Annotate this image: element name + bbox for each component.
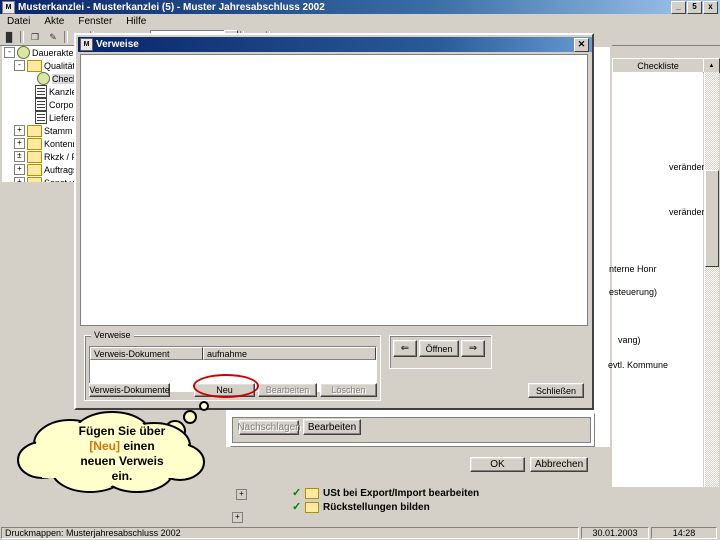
toolbar-separator bbox=[20, 31, 24, 43]
schliessen-button[interactable]: Schließen bbox=[528, 383, 584, 398]
listview-header: Verweis-Dokument aufnahme bbox=[90, 347, 376, 360]
note-kommune: evtl. Kommune bbox=[608, 360, 669, 370]
document-icon bbox=[35, 98, 47, 111]
tree-expander[interactable]: + bbox=[14, 125, 25, 136]
bubble-line-2-rest: einen bbox=[123, 439, 155, 453]
expander-1[interactable]: + bbox=[236, 489, 247, 500]
note-besteuerung: esteuerung) bbox=[609, 287, 658, 297]
folder-icon bbox=[27, 59, 42, 72]
verweise-group-label: Verweise bbox=[91, 330, 134, 340]
bearbeiten-button-dialog[interactable]: Bearbeiten bbox=[258, 383, 317, 397]
close-button[interactable]: x bbox=[703, 0, 718, 14]
globe-icon bbox=[37, 72, 50, 85]
checklist-row-ust[interactable]: ✓ USt bei Export/Import bearbeiten bbox=[292, 487, 480, 499]
checklist-row-label: Rückstellungen bilden bbox=[323, 502, 430, 513]
checklist-row-rueckstellungen[interactable]: ✓ Rückstellungen bilden bbox=[292, 501, 430, 513]
bubble-text: Fügen Sie über [Neu] einen neuen Verweis… bbox=[42, 424, 202, 484]
folder-icon bbox=[27, 176, 42, 182]
checklist-content: verändert verändert nterne Honr esteueru… bbox=[608, 72, 707, 487]
note-interne-honorar: nterne Honr bbox=[609, 264, 657, 274]
folder-icon bbox=[27, 124, 42, 137]
menu-item-akte[interactable]: Akte bbox=[37, 15, 71, 28]
folder-icon bbox=[305, 488, 319, 499]
abbrechen-button[interactable]: Abbrechen bbox=[530, 457, 588, 472]
toolbar-separator-2 bbox=[64, 31, 68, 43]
oeffnen-button[interactable]: Öffnen bbox=[419, 340, 459, 357]
bubble-line-1: Fügen Sie über bbox=[78, 424, 166, 438]
status-text: Druckmappen: Musterjahresabschluss 2002 bbox=[1, 527, 579, 539]
note-vang: vang) bbox=[618, 335, 641, 345]
tree-item-label: Dauerakte bbox=[32, 47, 74, 58]
bubble-line-2: [Neu] einen bbox=[42, 439, 202, 454]
loeschen-button[interactable]: Löschen bbox=[320, 383, 377, 397]
maximize-button[interactable]: 5 bbox=[687, 0, 702, 14]
expander-2[interactable]: + bbox=[232, 512, 243, 523]
bearbeiten-label: Bearbeiten bbox=[307, 421, 357, 433]
folder-icon bbox=[27, 163, 42, 176]
close-icon[interactable]: ✕ bbox=[574, 37, 589, 52]
folder-icon bbox=[27, 150, 42, 163]
open-folder-icon[interactable]: ✎ bbox=[45, 30, 61, 44]
nachschlagen-button[interactable]: Nachschlagen bbox=[237, 420, 301, 435]
note-veraendert-1: verändert bbox=[669, 162, 708, 172]
dialog-title: Verweise bbox=[96, 39, 139, 50]
folder-icon bbox=[305, 502, 319, 513]
menu-item-hilfe[interactable]: Hilfe bbox=[119, 15, 153, 28]
bubble-line-4: ein. bbox=[111, 469, 133, 483]
checklist-scrollbar-thumb[interactable] bbox=[705, 170, 719, 267]
minimize-button[interactable]: _ bbox=[671, 0, 686, 14]
tree-expander[interactable]: + bbox=[14, 164, 25, 175]
tree-expander[interactable]: ± bbox=[14, 151, 25, 162]
forward-button[interactable]: ⇒ bbox=[461, 340, 485, 357]
verweis-dokumente-button[interactable]: Verweis-Dokumente bbox=[89, 383, 170, 397]
menu-item-datei[interactable]: Datei bbox=[0, 15, 37, 28]
menu-bar: Datei Akte Fenster Hilfe bbox=[0, 14, 720, 30]
annotation-bubble: Fügen Sie über [Neu] einen neuen Verweis… bbox=[12, 398, 232, 502]
app-icon: M bbox=[2, 0, 15, 14]
status-date: 30.01.2003 bbox=[581, 527, 649, 539]
main-window-title: Musterkanzlei - Musterkanzlei (5) - Must… bbox=[18, 1, 325, 13]
verweise-dialog: M Verweise ✕ Verweise Verweis-Dokument a… bbox=[74, 33, 594, 410]
folder-icon bbox=[17, 46, 30, 59]
checklist-scrollbar-track[interactable] bbox=[704, 72, 719, 487]
column-header-verweis-dokument[interactable]: Verweis-Dokument bbox=[90, 347, 203, 360]
app-icon: M bbox=[80, 38, 93, 51]
tree-expander[interactable]: - bbox=[14, 60, 25, 71]
schliessen-label: Schließen bbox=[535, 385, 577, 396]
bubble-line-3: neuen Verweis bbox=[80, 454, 164, 468]
back-button[interactable]: ⇐ bbox=[393, 340, 417, 357]
status-bar: Druckmappen: Musterjahresabschluss 2002 … bbox=[0, 526, 720, 540]
toolbar-navigate-icon[interactable]: ▐▌ bbox=[1, 30, 17, 44]
note-veraendert-2: verändert bbox=[669, 207, 708, 217]
document-icon bbox=[35, 111, 47, 124]
tree-expander[interactable]: - bbox=[4, 47, 15, 58]
dialog-preview-area bbox=[80, 54, 588, 326]
neu-button[interactable]: Neu bbox=[194, 383, 255, 397]
menu-item-fenster[interactable]: Fenster bbox=[71, 15, 119, 28]
checkbox-checked-icon[interactable]: ✓ bbox=[292, 487, 302, 499]
new-document-icon[interactable]: ❐ bbox=[27, 30, 43, 44]
scroll-up-icon[interactable]: ▲ bbox=[703, 58, 720, 73]
application-window: M Musterkanzlei - Musterkanzlei (5) - Mu… bbox=[0, 0, 720, 540]
column-header-aufnahme[interactable]: aufnahme bbox=[203, 347, 376, 360]
bubble-highlight: [Neu] bbox=[89, 439, 120, 453]
bearbeiten-button[interactable]: Bearbeiten bbox=[303, 419, 361, 435]
tree-expander[interactable]: + bbox=[14, 177, 25, 182]
status-time: 14:28 bbox=[651, 527, 717, 539]
checklist-row-label: USt bei Export/Import bearbeiten bbox=[323, 488, 480, 499]
ok-button[interactable]: OK bbox=[470, 457, 525, 472]
main-title-bar: M Musterkanzlei - Musterkanzlei (5) - Mu… bbox=[0, 0, 720, 14]
checklist-column-header[interactable]: Checkliste bbox=[612, 58, 704, 73]
checkbox-checked-icon[interactable]: ✓ bbox=[292, 501, 302, 513]
window-controls: _ 5 x bbox=[671, 0, 718, 14]
dialog-title-bar: M Verweise ✕ bbox=[78, 37, 592, 52]
folder-icon bbox=[27, 137, 42, 150]
tree-expander[interactable]: + bbox=[14, 138, 25, 149]
document-icon bbox=[35, 85, 47, 98]
